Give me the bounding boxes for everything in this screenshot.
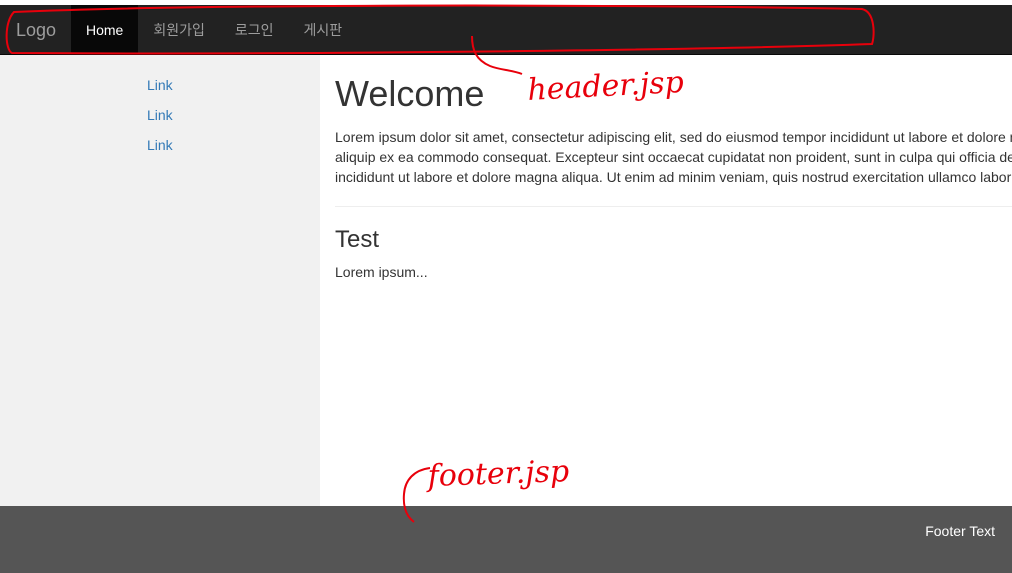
navbar: Logo Home 회원가입 로그인 게시판 — [0, 5, 1012, 55]
intro-paragraph: Lorem ipsum dolor sit amet, consectetur … — [335, 127, 1012, 187]
brand-logo[interactable]: Logo — [16, 5, 56, 55]
nav-item-home[interactable]: Home — [71, 5, 139, 55]
nav-item-signup[interactable]: 회원가입 — [138, 5, 220, 55]
nav-list: Home 회원가입 로그인 게시판 — [71, 5, 357, 55]
page-title: Welcome — [335, 73, 485, 114]
sidebar: Link Link Link — [0, 55, 320, 506]
section-text: Lorem ipsum... — [335, 264, 428, 280]
section-title: Test — [335, 226, 380, 253]
paragraph-line: Lorem ipsum dolor sit amet, consectetur … — [335, 129, 1012, 145]
footer-text: Footer Text — [925, 523, 995, 539]
section-divider — [335, 206, 1012, 207]
paragraph-line: incididunt ut labore et dolore magna ali… — [335, 169, 1012, 185]
sidebar-link-1[interactable]: Link — [147, 77, 173, 93]
sidebar-link-2[interactable]: Link — [147, 107, 173, 123]
sidebar-link-3[interactable]: Link — [147, 137, 173, 153]
paragraph-line: aliquip ex ea commodo consequat. Excepte… — [335, 149, 1012, 165]
main-content: Welcome Lorem ipsum dolor sit amet, cons… — [320, 55, 1012, 506]
nav-item-login[interactable]: 로그인 — [220, 5, 289, 55]
footer: Footer Text — [0, 506, 1012, 573]
nav-item-board[interactable]: 게시판 — [289, 5, 358, 55]
